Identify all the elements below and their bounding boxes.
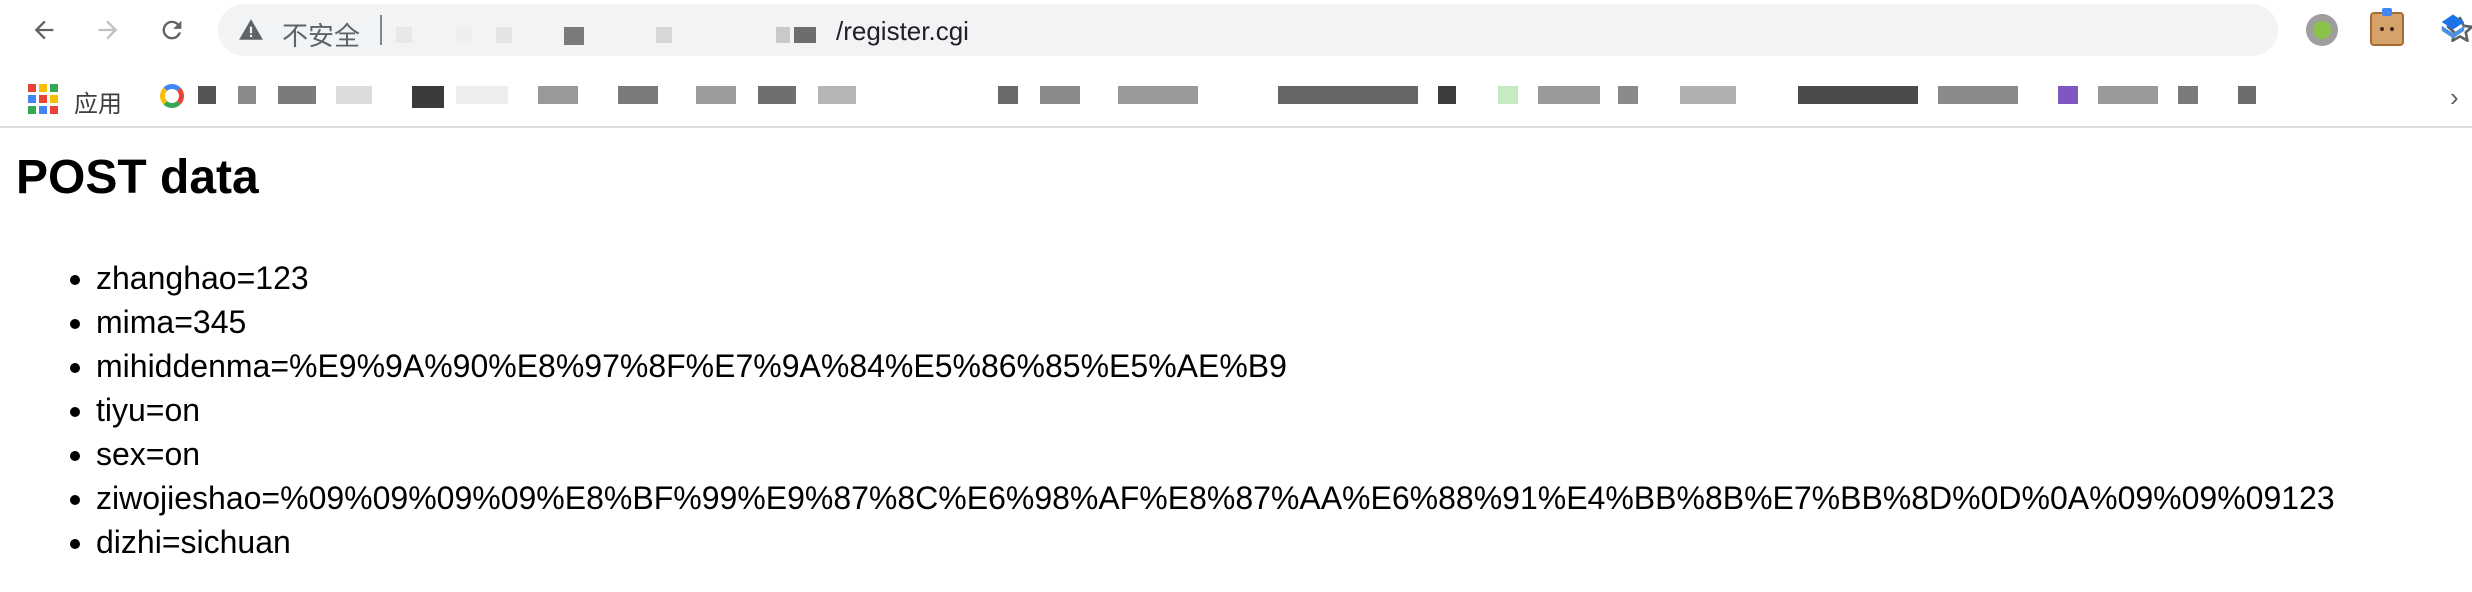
forward-button[interactable]: [86, 8, 130, 52]
url-separator: [380, 15, 382, 45]
arrow-right-icon: [98, 20, 118, 40]
reload-icon: [162, 20, 182, 40]
post-data-item: dizhi=sichuan: [96, 520, 2335, 564]
url-path: /register.cgi: [836, 16, 969, 46]
post-data-item: sex=on: [96, 432, 2335, 476]
bookmarks-bar: 应用 ›: [0, 72, 2472, 128]
apps-grid-icon[interactable]: [28, 84, 58, 114]
security-status-label[interactable]: 不安全: [282, 16, 360, 53]
pixelated-host: [396, 27, 816, 46]
url-host-redacted: [396, 22, 836, 46]
extension-green-icon[interactable]: [2306, 14, 2338, 46]
post-data-item: mima=345: [96, 300, 2335, 344]
arrow-left-icon: [34, 20, 54, 40]
address-bar[interactable]: 不安全 /register.cgi: [218, 4, 2472, 56]
extension-box-icon[interactable]: [2370, 8, 2404, 46]
reload-button[interactable]: [150, 8, 194, 52]
post-data-item: tiyu=on: [96, 388, 2335, 432]
page-content: POST data zhanghao=123 mima=345 mihidden…: [0, 130, 2472, 592]
back-button[interactable]: [22, 8, 66, 52]
apps-label[interactable]: 应用: [74, 84, 122, 119]
post-data-item: zhanghao=123: [96, 256, 2335, 300]
browser-toolbar: 不安全 /register.cgi: [0, 0, 2472, 60]
post-data-list: zhanghao=123 mima=345 mihiddenma=%E9%9A%…: [96, 256, 2335, 564]
warning-icon: [239, 19, 263, 40]
extension-blue-icon[interactable]: [2438, 12, 2468, 42]
bookmarks-overflow-chevron-icon[interactable]: ›: [2450, 82, 2459, 113]
post-data-item: ziwojieshao=%09%09%09%09%E8%BF%99%E9%87%…: [96, 476, 2335, 520]
page-title: POST data: [16, 151, 259, 204]
post-data-item: mihiddenma=%E9%9A%90%E8%97%8F%E7%9A%84%E…: [96, 344, 2335, 388]
url-text[interactable]: /register.cgi: [396, 16, 969, 47]
google-bookmark-icon[interactable]: [160, 84, 184, 108]
